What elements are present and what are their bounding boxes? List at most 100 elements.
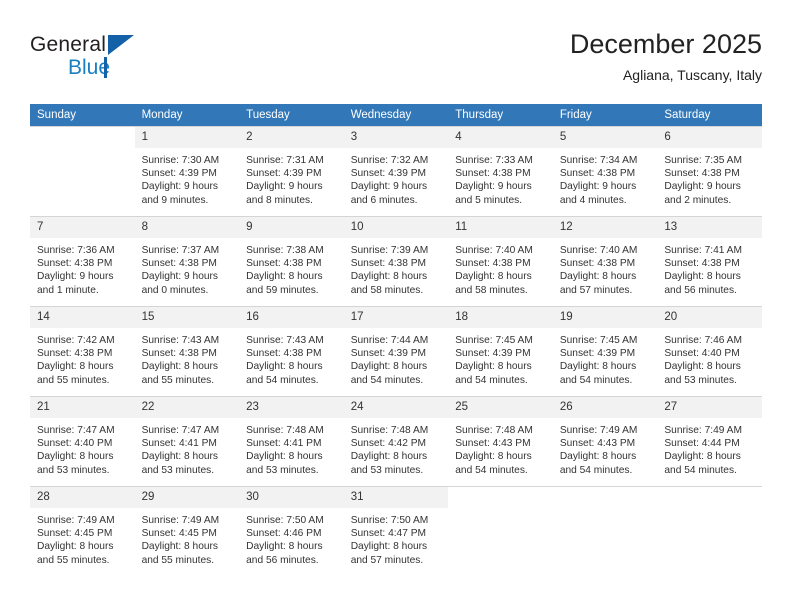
sun-info-line: Daylight: 8 hours (664, 451, 741, 463)
sun-info-line: Daylight: 8 hours (664, 361, 741, 373)
calendar-day-cell[interactable]: 2 Sunrise: 7:31 AM Sunset: 4:39 PM Daylight… (239, 126, 344, 217)
sun-info-line: Daylight: 8 hours (664, 271, 741, 283)
sun-info: Sunrise: 7:47 AM Sunset: 4:40 PM Daylight:… (30, 418, 135, 477)
general-blue-logo: General Blue (30, 34, 210, 86)
sun-info-line: and 6 minutes. (350, 194, 418, 206)
calendar-week-row: 21 Sunrise: 7:47 AM Sunset: 4:40 PM Dayligh… (30, 396, 762, 487)
sun-info-line: Sunset: 4:39 PM (350, 168, 427, 180)
calendar-day-cell[interactable]: 3 Sunrise: 7:32 AM Sunset: 4:39 PM Daylight… (343, 126, 449, 217)
sun-info-line: Daylight: 8 hours (350, 451, 428, 463)
calendar-day-cell[interactable]: 6 Sunrise: 7:35 AM Sunset: 4:38 PM Daylight… (657, 126, 762, 217)
sun-info-line: Sunrise: 7:47 AM (141, 425, 220, 436)
calendar-day-cell[interactable]: 20 Sunrise: 7:46 AM Sunset: 4:40 PM Dayligh… (657, 306, 762, 397)
sun-info: Sunrise: 7:45 AM Sunset: 4:39 PM Daylight:… (448, 328, 553, 387)
sun-info-line: Sunrise: 7:49 AM (664, 425, 742, 436)
sun-info-line: and 53 minutes. (664, 374, 737, 386)
day-number: 24 (343, 397, 449, 418)
calendar-day-cell[interactable]: 31 Sunrise: 7:50 AM Sunset: 4:47 PM Dayligh… (343, 486, 449, 576)
weekday-header-tuesday: Tuesday (239, 104, 344, 127)
sun-info-line: Daylight: 8 hours (350, 271, 428, 283)
calendar-day-cell[interactable]: 30 Sunrise: 7:50 AM Sunset: 4:46 PM Dayligh… (239, 486, 344, 576)
sun-info-line: Sunset: 4:43 PM (455, 438, 531, 450)
calendar-day-cell[interactable]: 8 Sunrise: 7:37 AM Sunset: 4:38 PM Daylight… (134, 216, 240, 307)
calendar-day-cell[interactable]: 25 Sunrise: 7:48 AM Sunset: 4:43 PM Dayligh… (448, 396, 553, 487)
sun-info-line: Daylight: 8 hours (141, 361, 219, 373)
sun-info-line: Sunrise: 7:50 AM (350, 515, 429, 526)
day-number: 27 (657, 397, 762, 418)
sun-info: Sunrise: 7:44 AM Sunset: 4:39 PM Daylight:… (344, 328, 449, 387)
sun-info-line: and 9 minutes. (141, 194, 209, 206)
calendar-day-cell[interactable]: 14 Sunrise: 7:42 AM Sunset: 4:38 PM Dayligh… (30, 306, 135, 397)
calendar-day-cell-empty (552, 486, 658, 576)
calendar-day-cell[interactable]: 24 Sunrise: 7:48 AM Sunset: 4:42 PM Dayligh… (343, 396, 449, 487)
calendar-day-cell[interactable]: 16 Sunrise: 7:43 AM Sunset: 4:38 PM Dayligh… (239, 306, 344, 397)
sun-info: Sunrise: 7:32 AM Sunset: 4:39 PM Daylight:… (344, 148, 449, 207)
day-number: 12 (552, 217, 658, 238)
sun-info-line: Sunset: 4:39 PM (246, 168, 322, 180)
calendar-day-cell[interactable]: 1 Sunrise: 7:30 AM Sunset: 4:39 PM Daylight… (134, 126, 240, 217)
day-number (448, 487, 553, 508)
sun-info-line: and 54 minutes. (559, 374, 633, 386)
calendar-day-cell[interactable]: 11 Sunrise: 7:40 AM Sunset: 4:38 PM Dayligh… (448, 216, 553, 307)
sun-info-line: Daylight: 8 hours (141, 451, 219, 463)
sun-info-line: Sunrise: 7:48 AM (455, 425, 533, 436)
sun-info: Sunrise: 7:47 AM Sunset: 4:41 PM Daylight:… (135, 418, 240, 477)
day-number: 3 (343, 127, 449, 148)
sun-info: Sunrise: 7:50 AM Sunset: 4:46 PM Daylight:… (239, 508, 344, 567)
sun-info-line: and 1 minute. (37, 284, 99, 296)
sun-info-line: and 58 minutes. (455, 284, 528, 296)
calendar-day-cell[interactable]: 28 Sunrise: 7:49 AM Sunset: 4:45 PM Dayligh… (30, 486, 135, 576)
calendar-day-cell[interactable]: 26 Sunrise: 7:49 AM Sunset: 4:43 PM Dayligh… (552, 396, 658, 487)
calendar-day-cell[interactable]: 18 Sunrise: 7:45 AM Sunset: 4:39 PM Dayligh… (448, 306, 553, 397)
sun-info-line: and 57 minutes. (559, 284, 633, 296)
day-number: 8 (134, 217, 240, 238)
sun-info-line: Sunset: 4:41 PM (246, 438, 322, 450)
sun-info-line: Sunrise: 7:49 AM (141, 515, 220, 526)
sun-info-line: Sunset: 4:38 PM (37, 258, 113, 270)
day-number: 7 (30, 217, 135, 238)
calendar-day-cell[interactable]: 19 Sunrise: 7:45 AM Sunset: 4:39 PM Dayligh… (552, 306, 658, 397)
sun-info-line: Sunset: 4:38 PM (455, 258, 531, 270)
sun-info-line: Daylight: 9 hours (37, 271, 114, 283)
day-number (552, 487, 658, 508)
sun-info: Sunrise: 7:50 AM Sunset: 4:47 PM Daylight:… (344, 508, 449, 567)
sun-info-line: Sunset: 4:38 PM (37, 348, 113, 360)
sun-info-line: and 54 minutes. (455, 374, 528, 386)
sun-info-line: Sunset: 4:38 PM (350, 258, 427, 270)
sun-info: Sunrise: 7:43 AM Sunset: 4:38 PM Daylight:… (239, 328, 344, 387)
location-subtitle: Agliana, Tuscany, Italy (622, 67, 762, 83)
sun-info-line: Sunset: 4:38 PM (455, 168, 531, 180)
calendar-day-cell[interactable]: 27 Sunrise: 7:49 AM Sunset: 4:44 PM Dayligh… (657, 396, 762, 487)
calendar-day-cell[interactable]: 15 Sunrise: 7:43 AM Sunset: 4:38 PM Dayligh… (134, 306, 240, 397)
calendar-day-cell[interactable]: 13 Sunrise: 7:41 AM Sunset: 4:38 PM Dayligh… (657, 216, 762, 307)
calendar-day-cell[interactable]: 29 Sunrise: 7:49 AM Sunset: 4:45 PM Dayligh… (134, 486, 240, 576)
sun-info-line: and 0 minutes. (141, 284, 209, 296)
sun-info-line: Daylight: 9 hours (141, 181, 219, 193)
calendar-day-cell[interactable]: 7 Sunrise: 7:36 AM Sunset: 4:38 PM Daylight… (30, 216, 135, 307)
sun-info-line: Sunset: 4:39 PM (141, 168, 217, 180)
sun-info-line: Sunset: 4:45 PM (37, 528, 113, 540)
sun-info: Sunrise: 7:38 AM Sunset: 4:38 PM Daylight:… (239, 238, 344, 297)
sun-info-line: Sunset: 4:41 PM (141, 438, 217, 450)
sun-info-line: Daylight: 9 hours (350, 181, 428, 193)
calendar-day-cell[interactable]: 23 Sunrise: 7:48 AM Sunset: 4:41 PM Dayligh… (239, 396, 344, 487)
calendar-day-cell[interactable]: 17 Sunrise: 7:44 AM Sunset: 4:39 PM Dayligh… (343, 306, 449, 397)
sun-info: Sunrise: 7:42 AM Sunset: 4:38 PM Daylight:… (30, 328, 135, 387)
calendar-day-cell[interactable]: 12 Sunrise: 7:40 AM Sunset: 4:38 PM Dayligh… (552, 216, 658, 307)
calendar-day-cell[interactable]: 4 Sunrise: 7:33 AM Sunset: 4:38 PM Daylight… (448, 126, 553, 217)
calendar-day-cell[interactable]: 9 Sunrise: 7:38 AM Sunset: 4:38 PM Daylight… (239, 216, 344, 307)
calendar-day-cell[interactable]: 22 Sunrise: 7:47 AM Sunset: 4:41 PM Dayligh… (134, 396, 240, 487)
sun-info-line: Sunrise: 7:43 AM (246, 335, 324, 346)
sun-info-line: Daylight: 8 hours (559, 451, 637, 463)
calendar-day-cell[interactable]: 5 Sunrise: 7:34 AM Sunset: 4:38 PM Daylight… (552, 126, 658, 217)
day-number: 22 (134, 397, 240, 418)
sun-info-line: and 55 minutes. (141, 374, 215, 386)
sun-info-line: Sunrise: 7:34 AM (559, 155, 638, 166)
page-title: December 2025 (569, 29, 762, 59)
sun-info-line: Sunrise: 7:49 AM (37, 515, 115, 526)
sun-info-line: Sunrise: 7:33 AM (455, 155, 533, 166)
calendar-day-cell[interactable]: 10 Sunrise: 7:39 AM Sunset: 4:38 PM Dayligh… (343, 216, 449, 307)
sun-info-line: Sunset: 4:38 PM (246, 348, 322, 360)
day-number: 6 (657, 127, 762, 148)
calendar-day-cell[interactable]: 21 Sunrise: 7:47 AM Sunset: 4:40 PM Dayligh… (30, 396, 135, 487)
